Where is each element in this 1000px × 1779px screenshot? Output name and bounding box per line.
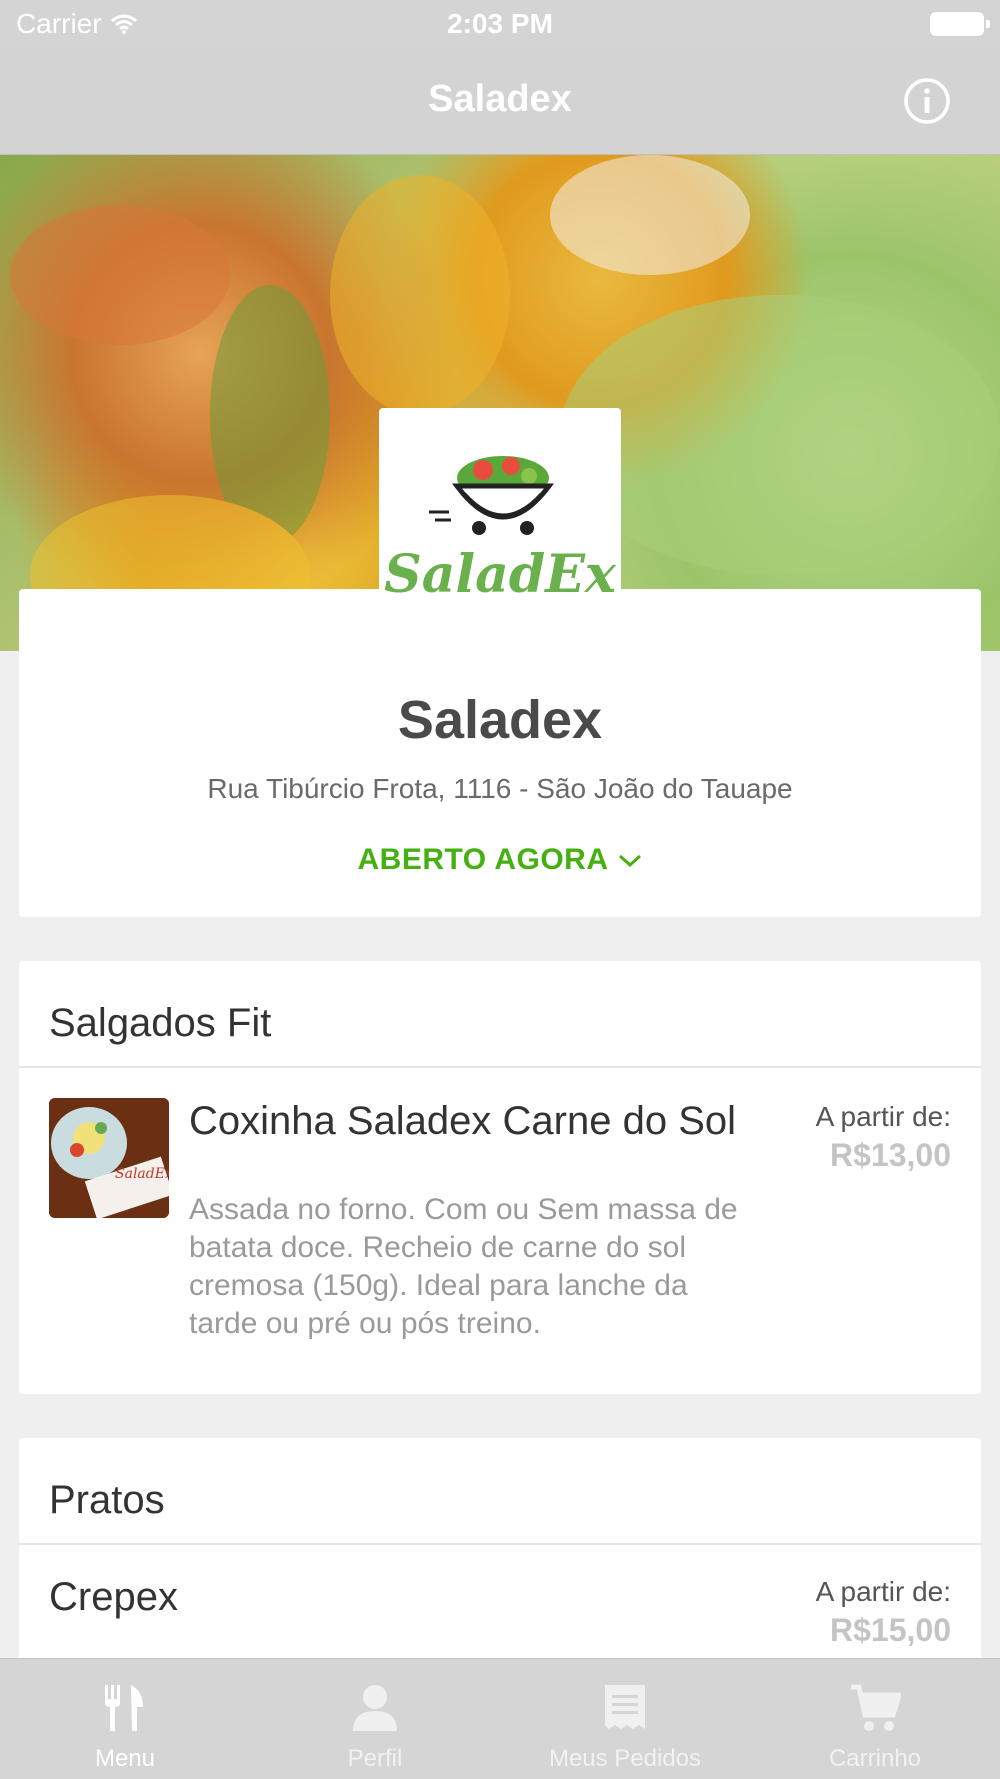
bottom-tab-bar: Menu Perfil Meus Pedidos Carrinho [0,1658,1000,1779]
tab-menu[interactable]: Menu [0,1659,250,1779]
section-title: Pratos [49,1478,165,1522]
cart-icon [851,1684,901,1731]
status-bar: Carrier 2:03 PM [0,0,1000,50]
section-title: Salgados Fit [49,1001,272,1045]
battery-icon [930,12,990,36]
item-name: Crepex [49,1575,178,1619]
info-icon[interactable] [902,76,952,126]
section-divider [19,1066,981,1068]
clock: 2:03 PM [447,8,553,39]
person-icon [353,1685,397,1731]
fork-knife-icon [105,1685,143,1731]
svg-text:SaladEx: SaladEx [115,1166,169,1182]
tab-label: Perfil [347,1745,403,1772]
tab-perfil[interactable]: Perfil [250,1659,500,1779]
menu-section-salgados-fit: Salgados Fit SaladEx Coxinha Saladex Car… [19,961,981,1394]
item-thumbnail-image: SaladEx [49,1098,169,1218]
price-label: A partir de: [815,1576,951,1607]
tab-label: Meus Pedidos [548,1745,702,1772]
price-label: A partir de: [815,1101,951,1132]
coxinha-photo: SaladEx [49,1098,169,1218]
opening-status-toggle[interactable]: ABERTO AGORA [19,843,981,877]
item-description: Assada no forno. Com ou Sem massa de bat… [189,1193,738,1340]
nav-title: Saladex [428,78,572,120]
tab-label: Carrinho [828,1745,922,1772]
opening-status-label: ABERTO AGORA [357,843,609,876]
tab-meus-pedidos[interactable]: Meus Pedidos [500,1659,750,1779]
logo-text: SaladEx [384,544,616,605]
restaurant-logo: SaladEx [379,408,621,628]
restaurant-info-card: Saladex Rua Tibúrcio Frota, 1116 - São J… [19,589,981,917]
navigation-bar: Saladex [0,50,1000,155]
item-price: R$15,00 [830,1612,951,1648]
restaurant-name: Saladex [397,690,603,750]
tab-carrinho[interactable]: Carrinho [750,1659,1000,1779]
tab-label: Menu [94,1745,156,1772]
section-divider [19,1543,981,1545]
item-name: Coxinha Saladex Carne do Sol [189,1099,737,1143]
item-price: R$13,00 [830,1137,951,1173]
chevron-down-icon [618,854,641,868]
receipt-icon [605,1685,645,1729]
restaurant-address: Rua Tibúrcio Frota, 1116 - São João do T… [207,773,793,804]
